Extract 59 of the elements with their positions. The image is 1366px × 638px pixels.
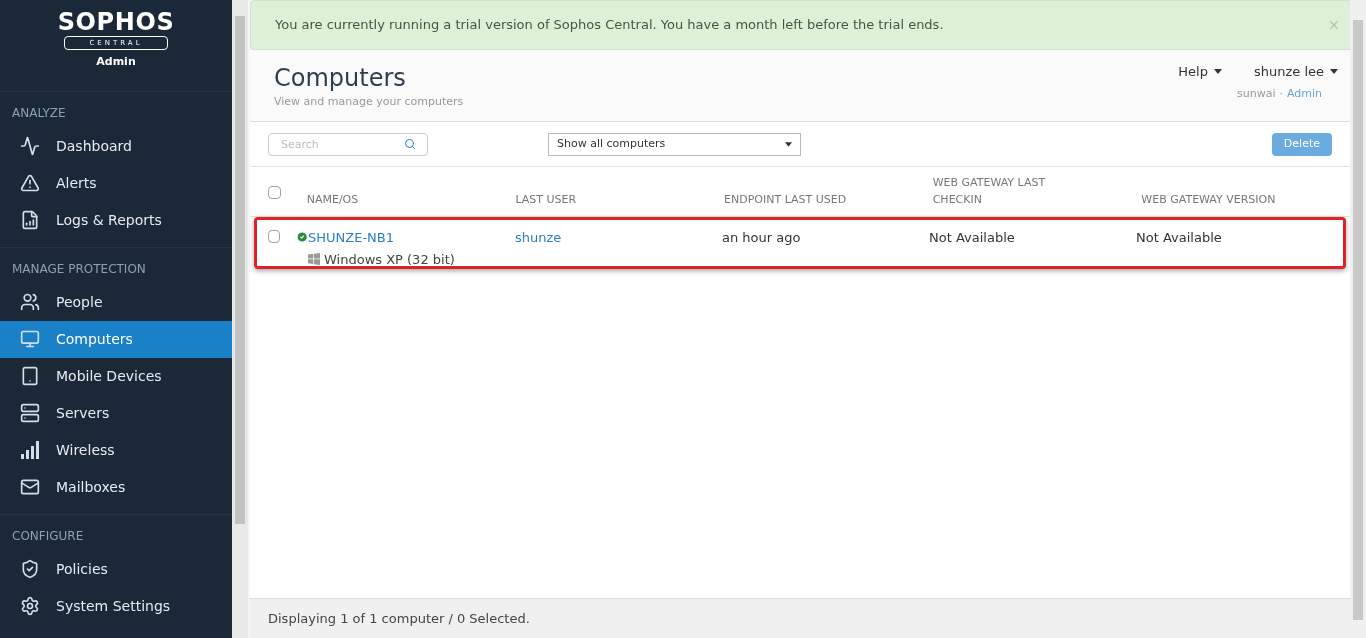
nav-item[interactable]: Mobile Devices <box>0 357 232 395</box>
windows-logo-icon <box>308 253 320 266</box>
monitor-icon <box>20 329 40 349</box>
warning-icon <box>20 173 40 193</box>
user-menu[interactable]: shunze lee <box>1253 62 1338 82</box>
table-cell: an hour ago <box>722 230 801 245</box>
section-heading: ANALYZE <box>11 104 67 122</box>
scrollbar[interactable] <box>232 0 248 638</box>
caret-icon <box>1330 69 1338 75</box>
signal-bars-icon <box>20 440 40 460</box>
banner-text: You are currently running a trial version of Sophos Central. You have a month left before the trial ends. <box>275 16 944 35</box>
nav-item[interactable]: Dashboard <box>0 127 232 165</box>
envelope-icon <box>20 477 40 497</box>
account-name: sunwai <box>1236 85 1276 102</box>
column-header[interactable]: WEB GATEWAY VERSION <box>1141 190 1276 208</box>
nav-item[interactable]: Alerts <box>0 164 232 202</box>
logo-text: SOPHOS <box>57 8 175 36</box>
column-header[interactable]: ENDPOINT LAST USED <box>724 190 847 208</box>
report-icon <box>20 210 40 230</box>
search-field[interactable]: Search <box>268 132 428 156</box>
os-label: Windows XP (32 bit) <box>324 250 455 269</box>
column-header[interactable]: WEB GATEWAY LAST CHECKIN <box>932 173 1083 208</box>
caret-icon <box>1213 69 1222 75</box>
nav-item[interactable]: Logs & Reports <box>0 201 232 239</box>
separator-dot: · <box>1279 85 1283 102</box>
page-title: Computers <box>274 63 407 94</box>
help-menu[interactable]: Help <box>1178 62 1222 82</box>
table-row[interactable]: SHUNZE-NB1 Windows XP (32 bit) shunze an hour ago Not Available Not Available <box>254 217 1346 269</box>
server-icon <box>20 403 40 423</box>
section-heading: MANAGE PROTECTION <box>11 260 147 278</box>
nav-item[interactable]: People <box>0 283 232 321</box>
status-bar: Displaying 1 of 1 computer / 0 Selected. <box>250 598 1350 638</box>
shield-icon <box>20 559 40 579</box>
checkbox[interactable] <box>268 230 280 243</box>
column-header[interactable]: NAME/OS <box>306 190 359 208</box>
checkbox[interactable] <box>268 185 281 199</box>
scrollbar[interactable] <box>1350 0 1366 638</box>
caret-icon <box>785 141 792 147</box>
nav-item[interactable]: Computers <box>0 320 232 358</box>
nav-item[interactable]: Mailboxes <box>0 468 232 506</box>
nav-item[interactable]: Policies <box>0 550 232 588</box>
filter-dropdown[interactable]: Show all computers <box>548 132 801 156</box>
search-icon <box>404 137 416 150</box>
table-cell: Not Available <box>1136 230 1222 245</box>
user-link[interactable]: shunze <box>515 230 562 245</box>
nav-item[interactable]: Wireless <box>0 431 232 469</box>
tablet-icon <box>20 366 40 386</box>
section-heading: CONFIGURE <box>11 527 85 545</box>
settings-icon <box>20 596 40 616</box>
close-icon[interactable] <box>1327 18 1341 32</box>
table-cell: Not Available <box>929 230 1015 245</box>
nav-item[interactable]: System Settings <box>0 587 232 625</box>
nav-item[interactable]: Servers <box>0 394 232 432</box>
page-subtitle: View and manage your computers <box>274 94 464 110</box>
people-icon <box>20 292 40 312</box>
activity-icon <box>20 136 40 156</box>
role-label: Admin <box>96 54 136 70</box>
column-header[interactable]: LAST USER <box>515 190 577 208</box>
computer-name-link[interactable]: SHUNZE-NB1 <box>308 228 515 248</box>
